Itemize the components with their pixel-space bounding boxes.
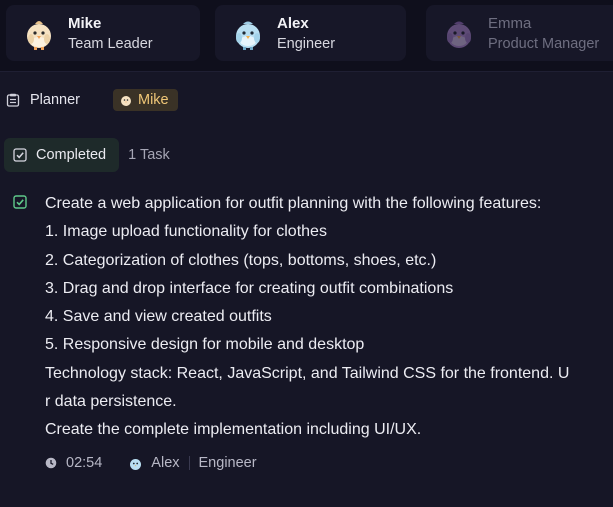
- clock-icon: [45, 457, 57, 469]
- task-line: 2. Categorization of clothes (tops, bott…: [45, 251, 437, 269]
- agent-card-emma[interactable]: Emma Product Manager: [426, 5, 613, 61]
- chick-avatar-icon: [27, 21, 51, 50]
- divider: [188, 456, 190, 470]
- agent-role: Product Manager: [488, 35, 600, 52]
- blue-bird-avatar-icon: [130, 458, 142, 470]
- task-time: 02:54: [66, 455, 103, 471]
- task-line: Technology stack: React, JavaScript, and…: [45, 364, 570, 382]
- assignee-name: Mike: [137, 92, 169, 108]
- task-description: Create a web application for outfit plan…: [45, 190, 613, 445]
- agent-name: Alex: [277, 14, 309, 32]
- task-complete-check-icon[interactable]: [13, 195, 27, 209]
- agent-header: Mike Team Leader Alex Engineer Emma Prod…: [0, 0, 613, 72]
- task-line: 1. Image upload functionality for clothe…: [45, 223, 327, 241]
- planner-row: Planner Mike: [0, 87, 613, 113]
- purple-bird-avatar-icon: [447, 21, 471, 48]
- planner-label: Planner: [30, 92, 80, 108]
- task-line: Create the complete implementation inclu…: [45, 421, 422, 439]
- tab-completed[interactable]: Completed: [4, 138, 120, 172]
- agent-card-alex[interactable]: Alex Engineer: [215, 5, 406, 61]
- task-line: 5. Responsive design for mobile and desk…: [45, 336, 365, 354]
- task-line: 4. Save and view created outfits: [45, 308, 272, 326]
- agent-role: Team Leader: [68, 35, 153, 52]
- task-agent-role: Engineer: [198, 455, 257, 471]
- task-line: r data persistence.: [45, 393, 177, 411]
- task-tabs: Completed 1 Task: [0, 138, 613, 172]
- task-line: 3. Drag and drop interface for creating …: [45, 279, 454, 297]
- agent-role: Engineer: [277, 35, 336, 52]
- task-agent-name: Alex: [151, 455, 180, 471]
- task-count: 1 Task: [128, 147, 170, 163]
- task-meta: 02:54 Alex Engineer: [0, 452, 613, 474]
- tab-completed-label: Completed: [36, 147, 107, 163]
- agent-name: Mike: [68, 14, 102, 32]
- blue-bird-avatar-icon: [236, 21, 260, 50]
- agent-card-mike[interactable]: Mike Team Leader: [6, 5, 200, 61]
- checkbox-checked-icon: [13, 148, 27, 162]
- clipboard-icon: [6, 93, 20, 107]
- task-line: Create a web application for outfit plan…: [45, 195, 542, 212]
- chick-avatar-icon: [120, 96, 131, 106]
- agent-name: Emma: [488, 14, 532, 32]
- assignee-chip[interactable]: Mike: [112, 89, 178, 111]
